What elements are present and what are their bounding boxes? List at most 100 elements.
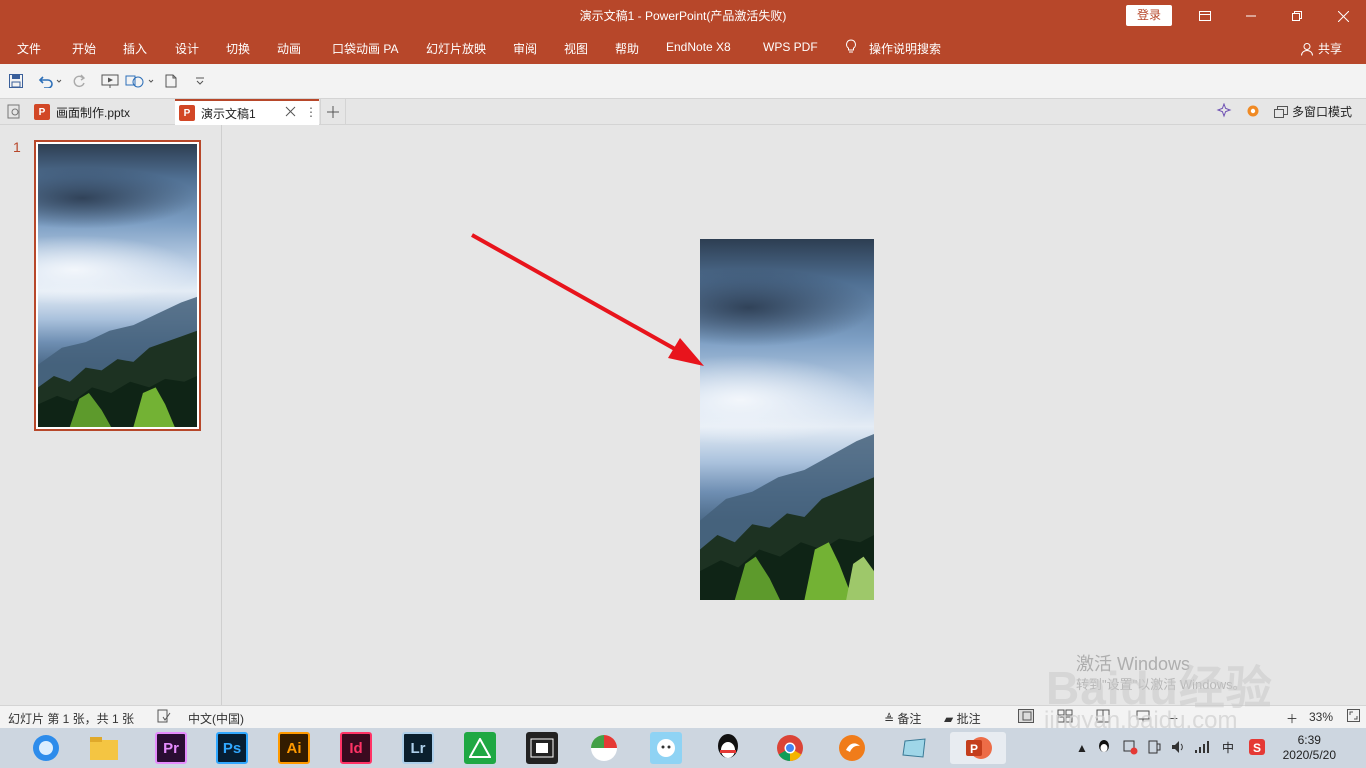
ribbon-tabs: 文件 开始 插入 设计 切换 动画 口袋动画 PA 幻灯片放映 审阅 视图 帮助… xyxy=(0,32,1366,64)
premiere-app-icon[interactable]: Pr xyxy=(155,732,187,764)
powerpoint-app-icon: P xyxy=(966,737,992,759)
slide-thumbnail-pane: 1 xyxy=(0,125,222,705)
customize-toolbar-icon[interactable] xyxy=(193,72,207,90)
new-tab-button[interactable] xyxy=(320,99,346,125)
chrome-app-icon[interactable] xyxy=(774,732,806,764)
menu-review[interactable]: 审阅 xyxy=(513,40,537,57)
save-icon[interactable] xyxy=(8,72,24,90)
sparkle-icon[interactable] xyxy=(1216,102,1232,122)
slide-image[interactable] xyxy=(700,239,874,600)
device-icon[interactable] xyxy=(1146,739,1162,758)
menu-design[interactable]: 设计 xyxy=(175,40,199,57)
menu-transitions[interactable]: 切换 xyxy=(226,40,250,57)
notes-button[interactable]: ≜ 备注 xyxy=(884,710,921,727)
fit-to-window-icon[interactable] xyxy=(1347,709,1360,725)
clock-date: 2020/5/20 xyxy=(1282,748,1336,762)
more-options-icon[interactable]: ⋮ xyxy=(305,105,317,119)
powerpoint-file-icon: P xyxy=(179,105,195,121)
menu-view[interactable]: 视图 xyxy=(564,40,588,57)
close-tab-icon[interactable] xyxy=(285,106,296,120)
tab-document-1[interactable]: P 画面制作.pptx xyxy=(30,99,172,125)
network-error-icon[interactable] xyxy=(1122,739,1138,758)
zoom-level[interactable]: 33% xyxy=(1309,710,1333,724)
qq-app-icon[interactable] xyxy=(712,732,744,764)
present-from-start-icon[interactable] xyxy=(100,72,120,90)
settings-gear-icon[interactable] xyxy=(1245,103,1261,122)
share-button[interactable]: 共享 xyxy=(1300,40,1342,57)
multi-window-mode-button[interactable]: 多窗口模式 xyxy=(1274,103,1352,120)
close-icon[interactable] xyxy=(1320,0,1366,32)
comments-label: 批注 xyxy=(956,712,981,726)
slide-canvas[interactable] xyxy=(700,239,874,600)
multi-window-label: 多窗口模式 xyxy=(1292,105,1353,119)
document-tab-strip: P 画面制作.pptx P 演示文稿1 ⋮ 多窗口模式 xyxy=(0,98,1366,125)
illustrator-app-icon[interactable]: Ai xyxy=(278,732,310,764)
thunder-app-icon[interactable] xyxy=(836,732,868,764)
thumbnail-image xyxy=(38,144,197,427)
clock-time: 6:39 xyxy=(1297,733,1321,747)
notes-app-icon[interactable] xyxy=(898,732,930,764)
menu-pocket-animation[interactable]: 口袋动画 PA xyxy=(332,40,398,57)
language-indicator[interactable]: 中文(中国) xyxy=(188,710,244,727)
photoshop-app-icon[interactable]: Ps xyxy=(216,732,248,764)
svg-text:S: S xyxy=(1253,741,1261,755)
menu-file[interactable]: 文件 xyxy=(17,40,41,57)
tab-label: 演示文稿1 xyxy=(201,106,256,121)
wps-app-icon[interactable] xyxy=(588,732,620,764)
svg-text:P: P xyxy=(970,742,978,756)
new-document-icon[interactable] xyxy=(163,72,179,90)
title-bar: 演示文稿1 - PowerPoint(产品激活失败) 登录 xyxy=(0,0,1366,32)
sogou-ime-icon[interactable]: S xyxy=(1248,738,1266,759)
menu-slideshow[interactable]: 幻灯片放映 xyxy=(426,40,486,57)
volume-icon[interactable] xyxy=(1170,739,1186,758)
normal-view-icon[interactable] xyxy=(1018,709,1034,726)
minimize-icon[interactable] xyxy=(1228,0,1274,32)
menu-animations[interactable]: 动画 xyxy=(277,40,301,57)
comments-button[interactable]: ▰ 批注 xyxy=(944,710,981,727)
comment-icon: ▰ xyxy=(944,712,954,726)
menu-help[interactable]: 帮助 xyxy=(615,40,639,57)
tell-me-search[interactable]: 操作说明搜索 xyxy=(869,40,941,57)
plus-icon xyxy=(327,106,339,118)
notes-label: 备注 xyxy=(897,712,922,726)
zoom-in-button[interactable]: ＋ xyxy=(1286,710,1298,727)
spell-check-icon[interactable] xyxy=(157,709,171,726)
tab-label: 画面制作.pptx xyxy=(56,105,131,120)
windows-icon xyxy=(1274,105,1288,118)
restore-icon[interactable] xyxy=(1274,0,1320,32)
share-label: 共享 xyxy=(1317,42,1342,56)
indesign-app-icon[interactable]: Id xyxy=(340,732,372,764)
windows-taskbar: Pr Ps Ai Id Lr P ▲ 中 S 6:39 2020/5/20 xyxy=(0,728,1366,768)
login-button[interactable]: 登录 xyxy=(1126,5,1172,26)
menu-home[interactable]: 开始 xyxy=(72,40,96,57)
notes-icon: ≜ xyxy=(884,712,895,726)
cartoon-app-icon[interactable] xyxy=(650,732,682,764)
shape-icon[interactable] xyxy=(124,72,156,90)
wifi-signal-icon[interactable] xyxy=(1194,739,1210,758)
browser-app-icon[interactable] xyxy=(30,732,62,764)
tab-document-2[interactable]: P 演示文稿1 ⋮ xyxy=(175,99,319,125)
qq-tray-icon[interactable] xyxy=(1097,739,1111,758)
slide-thumbnail[interactable] xyxy=(34,140,201,431)
slide-info: 幻灯片 第 1 张，共 1 张 xyxy=(8,712,135,726)
menu-insert[interactable]: 插入 xyxy=(123,40,147,57)
powerpoint-taskbar-button[interactable]: P xyxy=(950,732,1006,764)
redo-icon[interactable] xyxy=(72,72,88,90)
tab-list-icon[interactable] xyxy=(6,103,22,122)
show-hidden-icons[interactable]: ▲ xyxy=(1076,741,1088,755)
lightbulb-icon xyxy=(845,39,857,57)
person-icon xyxy=(1300,42,1313,56)
quick-access-toolbar xyxy=(0,64,1366,98)
system-clock[interactable]: 6:39 2020/5/20 xyxy=(1283,733,1336,763)
ribbon-display-options-icon[interactable] xyxy=(1182,0,1228,32)
powerpoint-file-icon: P xyxy=(34,104,50,120)
slide-number: 1 xyxy=(13,139,21,155)
video-editor-icon[interactable] xyxy=(526,732,558,764)
green-app-icon[interactable] xyxy=(464,732,496,764)
file-explorer-icon[interactable] xyxy=(88,732,120,764)
undo-icon[interactable] xyxy=(36,72,64,90)
menu-wps-pdf[interactable]: WPS PDF xyxy=(763,40,818,54)
lightroom-app-icon[interactable]: Lr xyxy=(402,732,434,764)
ime-indicator[interactable]: 中 xyxy=(1222,739,1234,756)
menu-endnote[interactable]: EndNote X8 xyxy=(666,40,731,54)
